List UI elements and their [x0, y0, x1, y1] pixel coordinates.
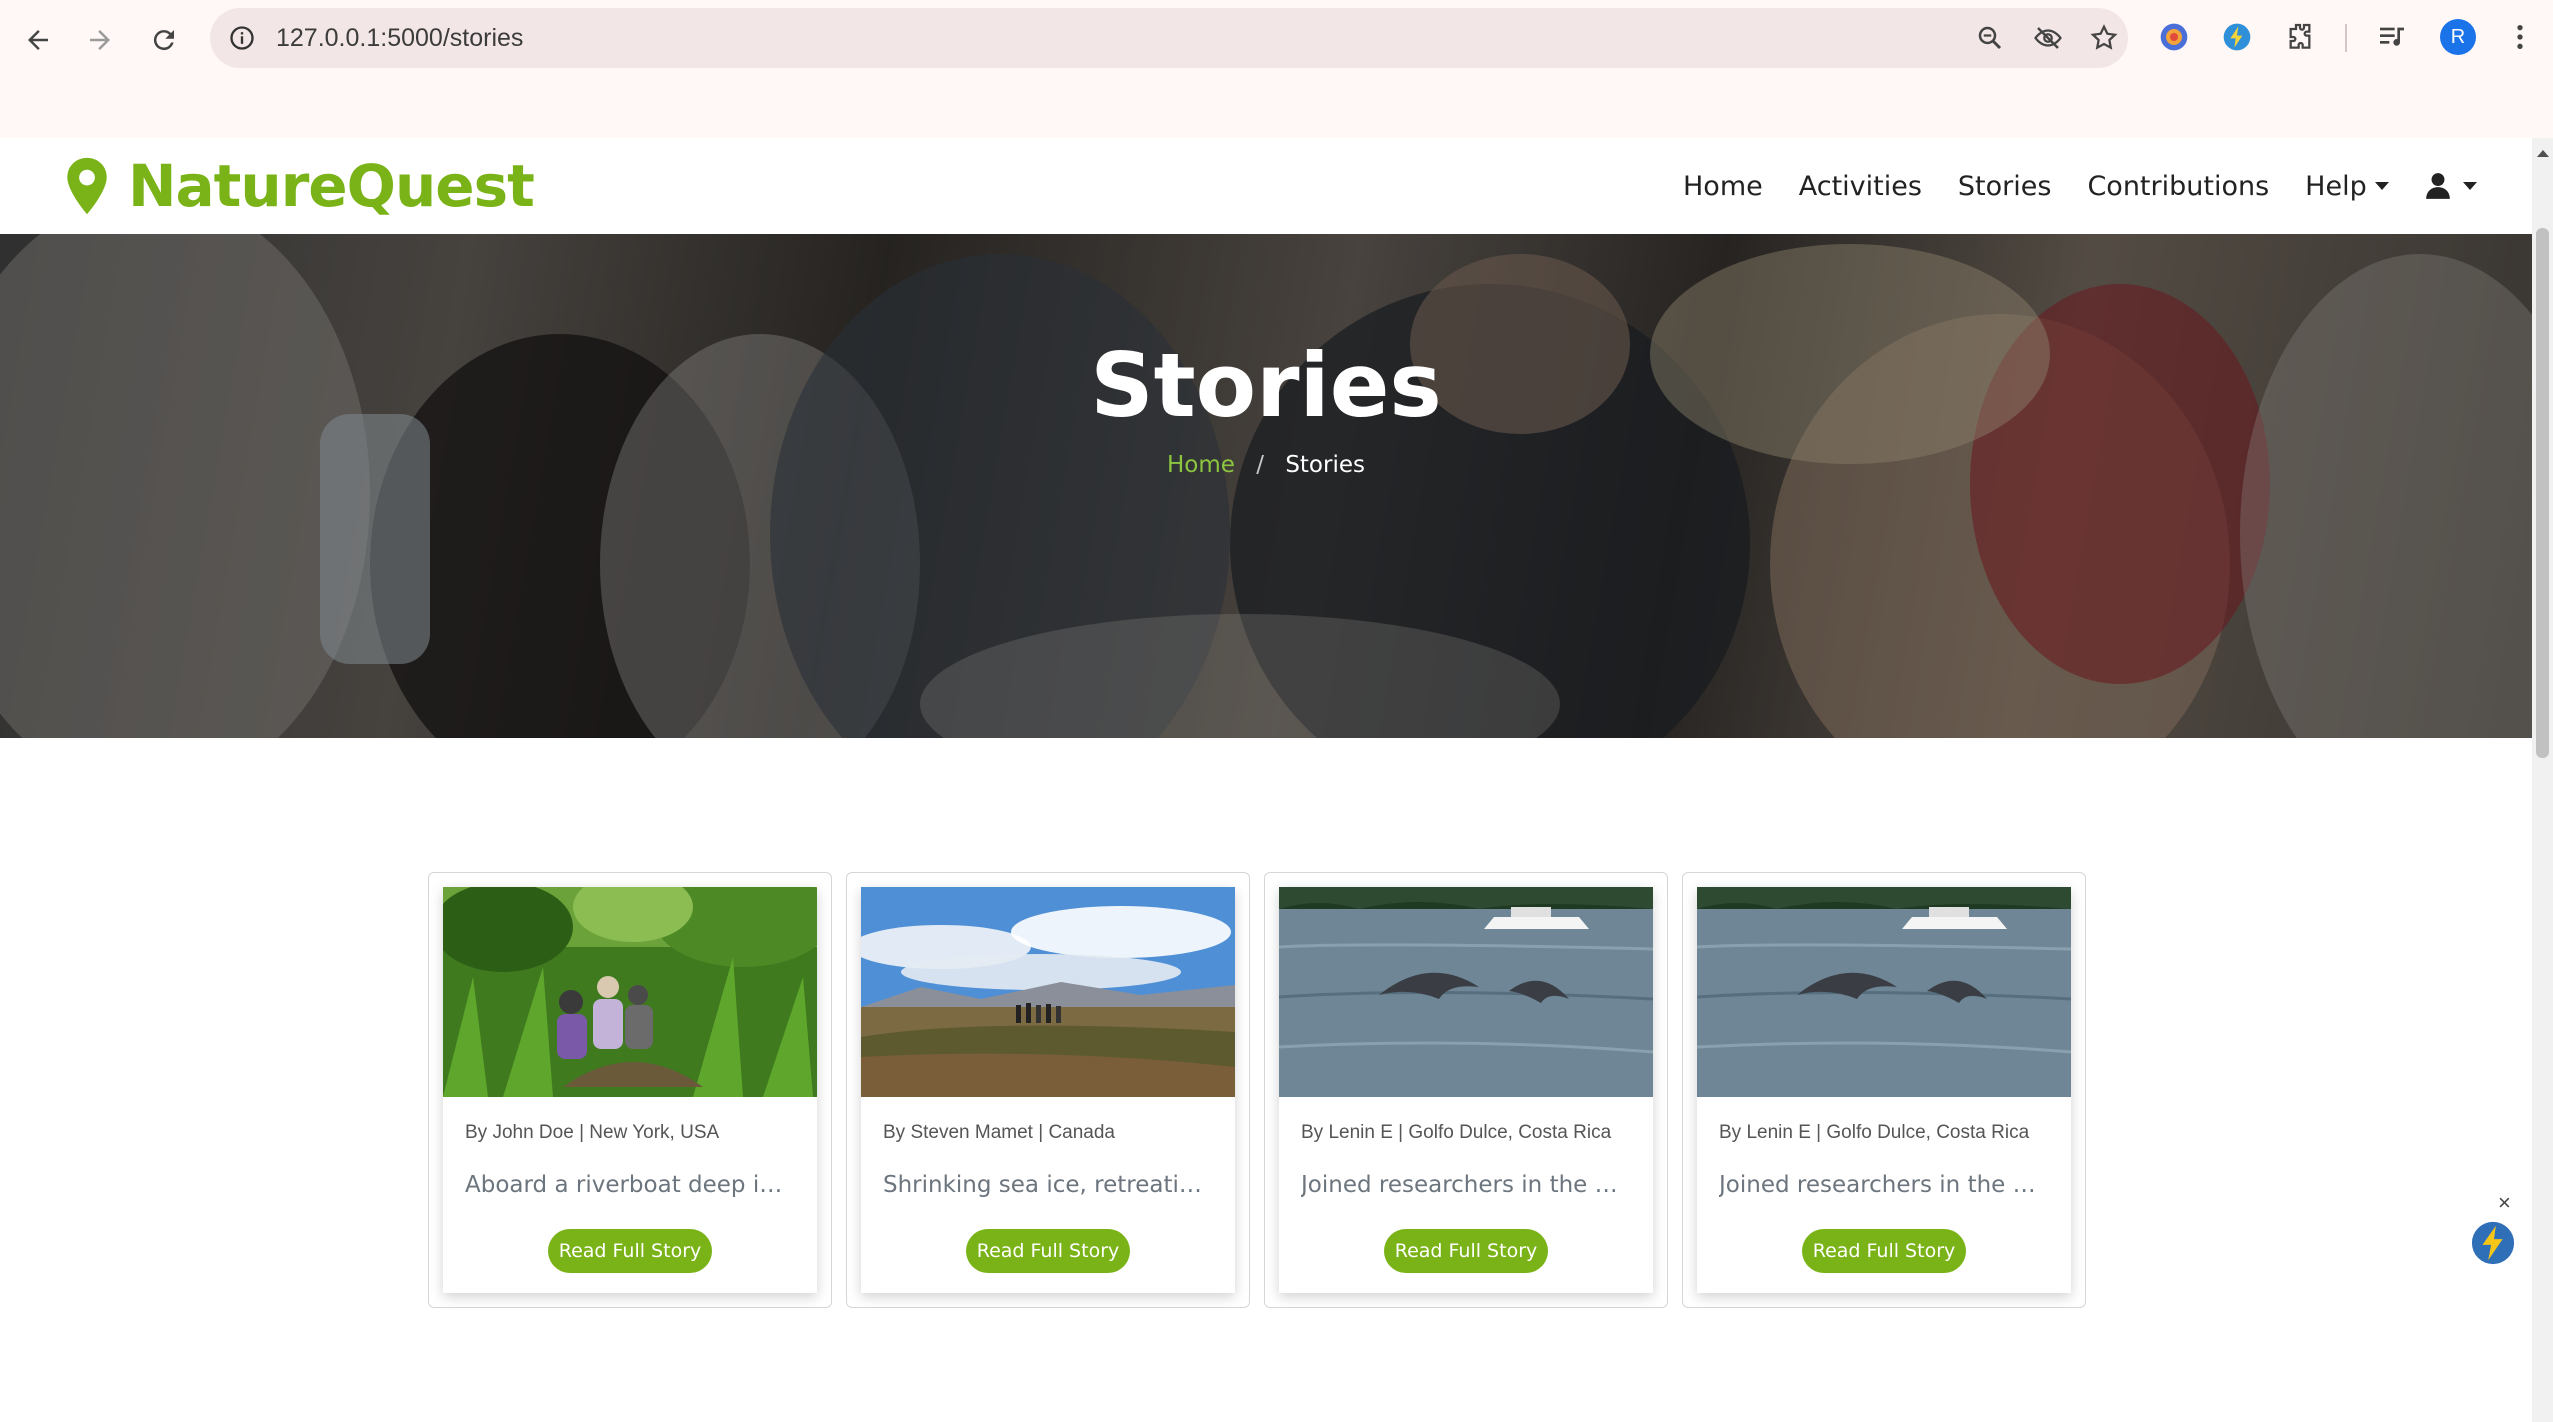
extension-color-icon[interactable]	[2156, 19, 2192, 55]
read-full-story-button[interactable]: Read Full Story	[1802, 1229, 1966, 1273]
scroll-up-arrow-icon[interactable]	[2537, 150, 2549, 157]
back-arrow-icon[interactable]	[12, 14, 64, 66]
read-full-story-button[interactable]: Read Full Story	[966, 1229, 1130, 1273]
story-author-location: By John Doe | New York, USA	[465, 1122, 720, 1143]
hero-banner: Stories Home / Stories	[0, 234, 2532, 738]
read-full-story-button[interactable]: Read Full Story	[1384, 1229, 1548, 1273]
story-author-location: By Lenin E | Golfo Dulce, Costa Rica	[1301, 1122, 1612, 1143]
story-card-body: By Lenin E | Golfo Dulce, Costa Rica Joi…	[1279, 887, 1653, 1293]
extension-bolt-icon[interactable]	[2219, 19, 2255, 55]
story-image-riverboat[interactable]	[443, 887, 817, 1097]
site-info-icon[interactable]	[220, 16, 264, 60]
breadcrumb-current: Stories	[1285, 452, 1365, 478]
profile-avatar[interactable]: R	[2440, 19, 2476, 55]
story-card: By John Doe | New York, USA Aboard a riv…	[428, 872, 832, 1308]
story-card-body: By Lenin E | Golfo Dulce, Costa Rica Joi…	[1697, 887, 2071, 1293]
nav-activities[interactable]: Activities	[1799, 171, 1922, 202]
story-image-tundra[interactable]	[861, 887, 1235, 1097]
story-image-dolphins[interactable]	[1279, 887, 1653, 1097]
user-menu-dropdown[interactable]	[2425, 172, 2477, 200]
hero-overlay	[0, 234, 2532, 738]
toolbar-divider	[2345, 24, 2347, 52]
brand-logo[interactable]: NatureQuest	[64, 152, 535, 220]
nav-contributions[interactable]: Contributions	[2087, 171, 2269, 202]
nav-home[interactable]: Home	[1683, 171, 1763, 202]
story-card-body: By John Doe | New York, USA Aboard a riv…	[443, 887, 817, 1293]
story-excerpt: Joined researchers in the pristi...	[1719, 1172, 2049, 1198]
chevron-down-icon	[2374, 182, 2389, 190]
story-excerpt: Joined researchers in the pristi...	[1301, 1172, 1631, 1198]
read-full-story-button[interactable]: Read Full Story	[548, 1229, 712, 1273]
story-excerpt: Shrinking sea ice, retreating gla...	[883, 1172, 1213, 1198]
story-card: By Lenin E | Golfo Dulce, Costa Rica Joi…	[1682, 872, 2086, 1308]
story-author-location: By Steven Mamet | Canada	[883, 1122, 1115, 1143]
scrollbar-thumb[interactable]	[2536, 228, 2549, 758]
story-author-location: By Lenin E | Golfo Dulce, Costa Rica	[1719, 1122, 2030, 1143]
nav-stories[interactable]: Stories	[1958, 171, 2052, 202]
more-vert-icon[interactable]	[2502, 19, 2538, 55]
story-image-dolphins[interactable]	[1697, 887, 2071, 1097]
story-card: By Steven Mamet | Canada Shrinking sea i…	[846, 872, 1250, 1308]
browser-chrome: 127.0.0.1:5000/stories R	[0, 0, 2553, 138]
chevron-down-icon	[2462, 182, 2477, 190]
url-text[interactable]: 127.0.0.1:5000/stories	[276, 8, 523, 68]
story-card-body: By Steven Mamet | Canada Shrinking sea i…	[861, 887, 1235, 1293]
floating-bolt-widget-icon[interactable]	[2470, 1220, 2516, 1266]
eye-off-icon[interactable]	[2030, 20, 2066, 56]
stories-card-grid: By John Doe | New York, USA Aboard a riv…	[428, 872, 2088, 1308]
breadcrumb-separator: /	[1256, 452, 1264, 478]
location-pin-icon	[67, 157, 107, 215]
page-title: Stories	[1090, 334, 1442, 437]
puzzle-icon[interactable]	[2282, 19, 2318, 55]
brand-name: NatureQuest	[128, 152, 535, 220]
forward-arrow-icon[interactable]	[74, 14, 126, 66]
breadcrumb: Home / Stories	[0, 452, 2532, 478]
address-bar[interactable]: 127.0.0.1:5000/stories	[210, 8, 2128, 68]
breadcrumb-home-link[interactable]: Home	[1167, 452, 1235, 478]
star-icon[interactable]	[2086, 20, 2122, 56]
story-excerpt: Aboard a riverboat deep in the ...	[465, 1172, 795, 1198]
story-card: By Lenin E | Golfo Dulce, Costa Rica Joi…	[1264, 872, 1668, 1308]
zoom-icon[interactable]	[1972, 20, 2008, 56]
reload-icon[interactable]	[138, 14, 190, 66]
nav-help-dropdown[interactable]: Help	[2305, 171, 2389, 202]
widget-close-icon[interactable]: ×	[2498, 1190, 2511, 1216]
site-navbar: NatureQuest Home Activities Stories Cont…	[0, 138, 2532, 234]
page-scrollbar[interactable]	[2532, 138, 2553, 1422]
user-icon	[2425, 173, 2450, 199]
nav-help-label: Help	[2305, 170, 2367, 202]
reading-list-icon[interactable]	[2374, 19, 2410, 55]
main-menu: Home Activities Stories Contributions He…	[1683, 138, 2477, 234]
